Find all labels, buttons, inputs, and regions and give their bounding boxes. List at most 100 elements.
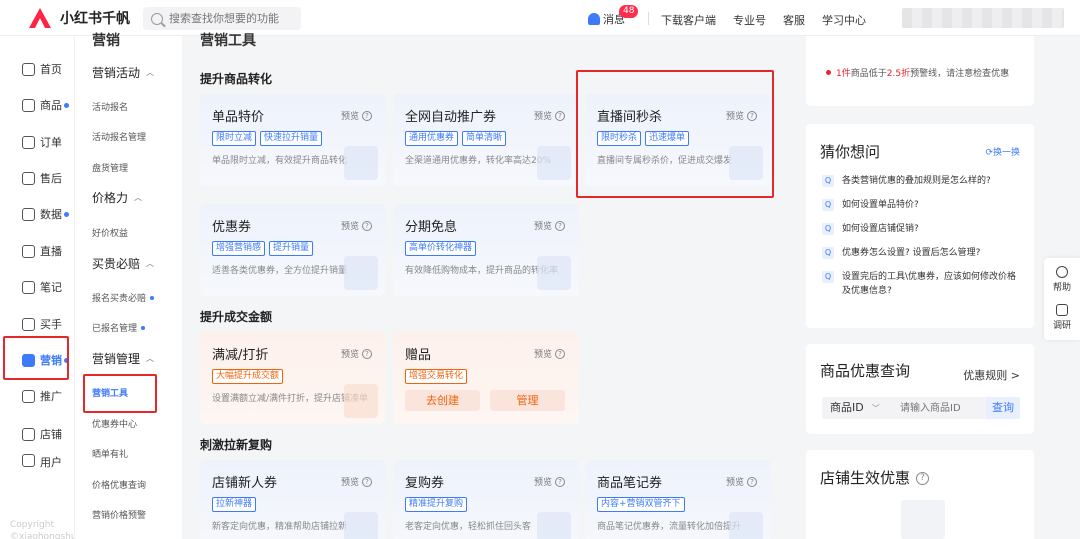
- search-input[interactable]: [169, 12, 299, 25]
- notification-dot: [150, 295, 155, 300]
- nav-item-products[interactable]: 商品: [0, 90, 74, 120]
- card-illustration-icon: [729, 512, 763, 539]
- nav-item-buyers[interactable]: 买手: [0, 309, 74, 339]
- group-marketing-activities[interactable]: 营销活动 ︿: [92, 64, 154, 81]
- learning-center-link[interactable]: 学习中心: [822, 12, 866, 28]
- preview-link[interactable]: 预览?: [534, 475, 565, 488]
- tool-card-full-reduction[interactable]: 满减/打折 预览? 大幅提升成交额 设置满额立减/满件打折，提升店铺凑单: [200, 332, 386, 424]
- group-marketing-management[interactable]: 营销管理 ︿: [92, 350, 154, 367]
- message-count-badge: 48: [619, 5, 639, 18]
- sub-item-price-query[interactable]: 价格优惠查询: [92, 478, 146, 491]
- tool-card-gift[interactable]: 赠品 预览? 增强交易转化 去创建 管理: [393, 332, 579, 424]
- tool-card-product-note-coupon[interactable]: 商品笔记券 预览? 内容+营销双管齐下 商品笔记优惠券，流量转化加倍提升: [585, 460, 771, 539]
- offer-rules-link[interactable]: 优惠规则 >: [963, 367, 1020, 383]
- nav-item-after-sales[interactable]: 售后: [0, 163, 74, 193]
- sub-item-inventory-manage[interactable]: 盘货管理: [92, 161, 128, 174]
- nav-item-data[interactable]: 数据: [0, 199, 74, 229]
- faq-item[interactable]: Q 优惠券怎么设置? 设置后怎么管理?: [822, 246, 1026, 260]
- question-icon: ?: [362, 110, 372, 121]
- messages-button[interactable]: 消息 48: [588, 5, 639, 27]
- after-sales-icon: [22, 171, 35, 185]
- group-price-power[interactable]: 价格力 ︿: [92, 189, 142, 206]
- question-icon[interactable]: ?: [916, 472, 930, 485]
- query-button[interactable]: 查询: [986, 397, 1020, 419]
- faq-item[interactable]: Q 如何设置单品特价?: [822, 198, 1026, 212]
- faq-question: 各类营销优惠的叠加规则是怎么样的?: [842, 176, 991, 186]
- store-offers-label: 店铺生效优惠: [820, 469, 911, 487]
- faq-item[interactable]: Q 如何设置店铺促销?: [822, 222, 1026, 236]
- chevron-up-icon: ︿: [134, 193, 143, 202]
- tool-card-repurchase-coupon[interactable]: 复购券 预览? 精准提升复购 老客定向优惠，轻松抓住回头客: [393, 460, 579, 539]
- nav-item-notes[interactable]: 笔记: [0, 272, 74, 302]
- card-illustration-icon: [537, 256, 571, 290]
- tag: 简单清晰: [462, 131, 507, 146]
- create-gift-button[interactable]: 去创建: [405, 390, 480, 411]
- card-illustration-icon: [729, 146, 763, 180]
- nav-item-marketing[interactable]: 营销: [0, 345, 74, 375]
- sub-item-activity-signup-manage[interactable]: 活动报名管理: [92, 130, 146, 143]
- preview-link[interactable]: 预览?: [341, 109, 372, 122]
- preview-link[interactable]: 预览?: [534, 109, 565, 122]
- nav-item-orders[interactable]: 订单: [0, 127, 74, 157]
- nav-item-promotion[interactable]: 推广: [0, 381, 74, 411]
- store-offers-title: 店铺生效优惠?: [820, 467, 930, 488]
- refresh-button[interactable]: ⟳换一换: [985, 145, 1020, 158]
- group-price-guarantee[interactable]: 买贵必赔 ︿: [92, 255, 154, 272]
- search-box[interactable]: [143, 7, 301, 30]
- preview-link[interactable]: 预览?: [726, 475, 757, 488]
- faq-item[interactable]: Q 各类营销优惠的叠加规则是怎么样的?: [822, 174, 1026, 188]
- sub-label: 优惠券中心: [92, 420, 138, 430]
- preview-label: 预览: [340, 478, 359, 488]
- tag: 拉新神器: [212, 497, 257, 512]
- pro-account-link[interactable]: 专业号: [733, 12, 766, 28]
- tool-card-single-item-price[interactable]: 单品特价 预览? 限时立减 快速拉升销量 单品限时立减，有效提升商品转化: [200, 94, 386, 186]
- preview-link[interactable]: 预览?: [534, 347, 565, 360]
- preview-link[interactable]: 预览?: [726, 109, 757, 122]
- sub-item-guarantee-signup[interactable]: 报名买贵必赔: [92, 291, 155, 304]
- sub-item-signed-up-manage[interactable]: 已报名管理: [92, 321, 146, 334]
- tool-card-new-customer-coupon[interactable]: 店铺新人券 预览? 拉新神器 新客定向优惠，精准帮助店铺拉新: [200, 460, 386, 539]
- price-warning-text[interactable]: 1件 商品低于 2.5折 预警线，请注意检查优惠: [826, 66, 1009, 79]
- tool-card-auto-promo-coupon[interactable]: 全网自动推广券 预览? 通用优惠券 简单清晰 全渠道通用优惠券，转化率高达20%: [393, 94, 579, 186]
- nav-label: 直播: [40, 245, 62, 258]
- tool-card-live-flash-sale[interactable]: 直播间秒杀 预览? 限时秒杀 迅速爆单 直播间专属秒杀价，促进成交爆发: [585, 94, 771, 186]
- tool-card-installment[interactable]: 分期免息 预览? 高单价转化神器 有效降低购物成本，提升商品的转化率: [393, 204, 579, 296]
- nav-item-home[interactable]: 首页: [0, 54, 74, 84]
- id-type-select[interactable]: 商品ID ﹀: [822, 397, 890, 419]
- sub-item-price-warning[interactable]: 营销价格预警: [92, 508, 146, 521]
- customer-service-link[interactable]: 客服: [783, 12, 805, 28]
- survey-button[interactable]: 调研: [1044, 304, 1080, 331]
- sub-item-review-gift[interactable]: 晒单有礼: [92, 447, 128, 460]
- warning-count: 1件: [836, 69, 851, 79]
- nav-item-users[interactable]: 用户: [0, 454, 74, 472]
- preview-link[interactable]: 预览?: [341, 475, 372, 488]
- sub-item-activity-signup[interactable]: 活动报名: [92, 100, 128, 113]
- preview-link[interactable]: 预览?: [341, 347, 372, 360]
- copyright-line: Copyright: [10, 520, 54, 530]
- top-bar: 小红书千帆 消息 48 下载客户端 专业号 客服 学习中心: [0, 0, 1080, 36]
- store-icon: [22, 427, 35, 441]
- manage-gift-button[interactable]: 管理: [490, 390, 565, 411]
- preview-label: 预览: [340, 350, 359, 360]
- sub-item-marketing-tools[interactable]: 营销工具: [92, 386, 128, 399]
- card-illustration-icon: [537, 512, 571, 539]
- product-id-input[interactable]: [890, 397, 986, 419]
- sub-item-good-price-rights[interactable]: 好价权益: [92, 226, 128, 239]
- page-title: 营销工具: [200, 33, 256, 49]
- q-icon: Q: [822, 271, 834, 283]
- secondary-sidebar: 营销 营销活动 ︿ 活动报名 活动报名管理 盘货管理 价格力 ︿ 好价权益 买贵必赔…: [74, 33, 182, 539]
- help-button[interactable]: 帮助: [1044, 266, 1080, 293]
- download-client-link[interactable]: 下载客户端: [661, 12, 716, 28]
- tool-card-coupon[interactable]: 优惠券 预览? 增强营销感 提升销量 适善各类优惠券，全方位提升销量: [200, 204, 386, 296]
- nav-item-live[interactable]: 直播: [0, 236, 74, 266]
- faq-item[interactable]: Q 设置完后的工具\优惠券，应该如何修改价格及优惠信息?: [822, 270, 1018, 298]
- main-content: 营销工具 提升商品转化 单品特价 预览? 限时立减 快速拉升销量 单品限时立减，有…: [182, 33, 792, 539]
- preview-link[interactable]: 预览?: [341, 219, 372, 232]
- nav-item-store[interactable]: 店铺: [0, 419, 74, 449]
- preview-link[interactable]: 预览?: [534, 219, 565, 232]
- account-info-blurred[interactable]: [902, 8, 1064, 28]
- tag: 限时立减: [212, 131, 257, 146]
- sub-item-coupon-center[interactable]: 优惠券中心: [92, 417, 137, 430]
- app-logo[interactable]: 小红书千帆: [28, 7, 130, 29]
- card-illustration-icon: [344, 146, 378, 180]
